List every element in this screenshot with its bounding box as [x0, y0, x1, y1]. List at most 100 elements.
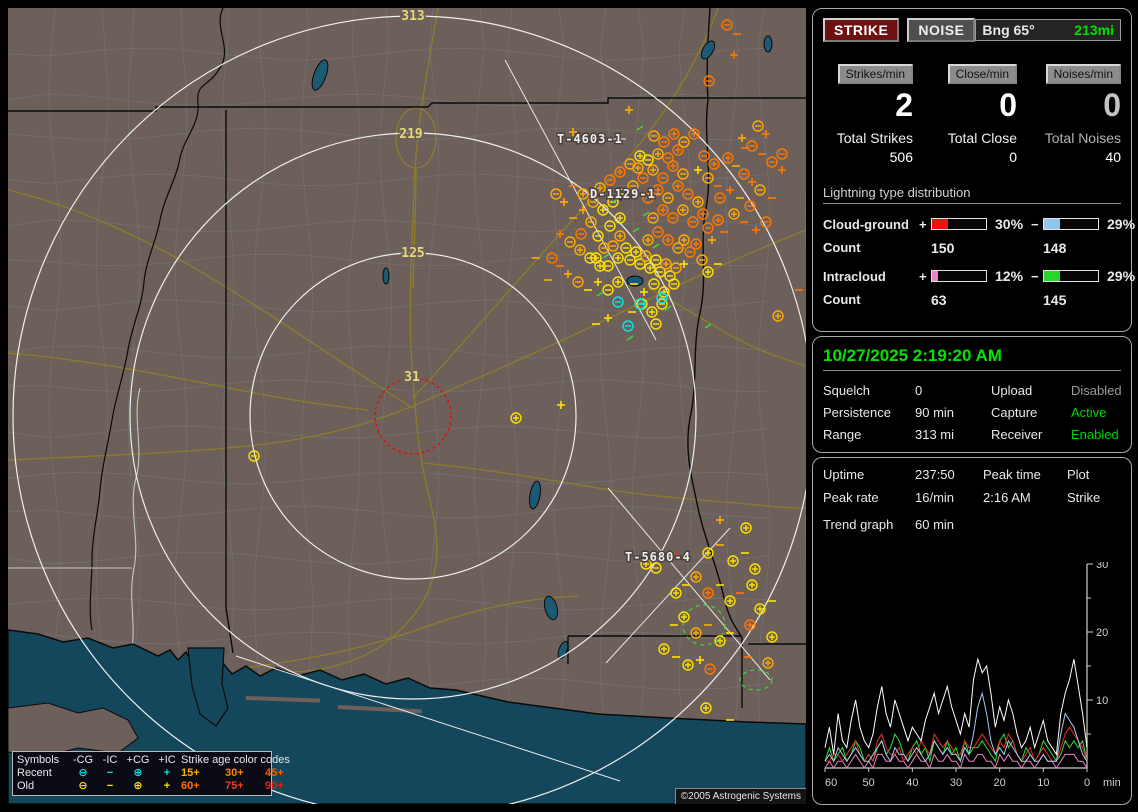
cg-minus-count: 148	[1043, 240, 1067, 256]
datetime-display: 10/27/2025 2:19:20 AM	[823, 346, 1121, 371]
cg-plus-bar	[931, 218, 987, 230]
svg-text:T-4603-1: T-4603-1	[557, 132, 623, 146]
noise-mode-button[interactable]: NOISE	[907, 18, 976, 42]
svg-text:30: 30	[950, 777, 962, 789]
squelch-value: 0	[915, 383, 923, 398]
svg-text:D-1129-1: D-1129-1	[590, 187, 656, 201]
legend-old-label: Old	[17, 780, 35, 792]
rate-counters: Strikes/min 2 Close/min 0 Noises/min 0 T…	[823, 64, 1121, 165]
plot-value: Strike	[1067, 490, 1101, 505]
upload-label: Upload	[991, 383, 1033, 398]
total-strikes-label: Total Strikes	[836, 130, 913, 146]
total-strikes-value: 506	[889, 149, 913, 165]
legend-old-row: Old ⊖ − ⊕ + 60+ 75+ 90+	[17, 780, 284, 793]
persistence-label: Persistence	[823, 405, 891, 420]
svg-text:20: 20	[1096, 627, 1108, 639]
total-strikes: Total Strikes 506	[823, 122, 913, 165]
ic-plus-percent: 12%	[995, 268, 1024, 284]
legend-col-ic-pos: +IC	[158, 754, 176, 766]
old-cg-pos-icon: ⊕	[133, 780, 143, 792]
trend-graph-label: Trend graph	[823, 517, 894, 532]
old-ic-neg-icon: −	[106, 780, 114, 792]
svg-text:219: 219	[399, 127, 422, 142]
close-per-min-value: 0	[999, 87, 1017, 123]
trend-graph-chart: 10 20 30 60 50 40 30 20 10 0 min	[824, 562, 1121, 789]
strike-mode-button[interactable]: STRIKE	[823, 18, 900, 42]
squelch-label: Squelch	[823, 383, 870, 398]
old-cg-neg-icon: ⊖	[78, 780, 88, 792]
age-15: 15+	[181, 767, 200, 779]
receiver-label: Receiver	[991, 427, 1043, 442]
range-value: 313 mi	[915, 427, 955, 442]
session-box: Uptime 237:50 Peak time Plot Peak rate 1…	[812, 457, 1132, 805]
legend-recent-label: Recent	[17, 767, 52, 779]
total-close-value: 0	[1009, 149, 1017, 165]
intracloud-row: Intracloud + 12% − 29%	[823, 268, 1135, 284]
cloud-ground-row: Cloud-ground + 30% − 29%	[823, 216, 1135, 232]
plot-mode-row: STRIKE NOISE Bng 65° 213mi	[823, 18, 1121, 42]
cloud-ground-count-row: Count 150 148	[823, 240, 1121, 256]
strikes-per-min-column: Strikes/min 2	[823, 64, 913, 122]
strikes-per-min-label: Strikes/min	[837, 64, 913, 84]
svg-text:30: 30	[1096, 562, 1108, 571]
noises-per-min-column: Noises/min 0	[1031, 64, 1121, 122]
minus-sign: −	[1031, 268, 1039, 284]
svg-text:40: 40	[906, 777, 918, 789]
uptime-label: Uptime	[823, 467, 865, 482]
upload-status: Disabled	[1071, 383, 1122, 398]
ic-minus-count: 145	[1043, 292, 1067, 308]
session-grid: Uptime 237:50 Peak time Plot Peak rate 1…	[823, 467, 1121, 505]
peak-time-value: 2:16 AM	[983, 490, 1031, 505]
status-grid: Squelch 0 Upload Disabled Persistence 90…	[823, 383, 1122, 442]
svg-text:20: 20	[994, 777, 1006, 789]
peak-time-label: Peak time	[983, 467, 1041, 482]
total-noises-label: Total Noises	[1044, 130, 1121, 146]
svg-text:min: min	[1103, 777, 1121, 789]
minus-sign: −	[1031, 216, 1039, 232]
receiver-status: Enabled	[1071, 427, 1119, 442]
ic-count-label: Count	[823, 292, 861, 307]
legend-age-header: Strike age color codes	[181, 754, 290, 766]
status-box: 10/27/2025 2:19:20 AM Squelch 0 Upload D…	[812, 336, 1132, 453]
legend-symbols-header: Symbols	[17, 754, 60, 766]
close-per-min-column: Close/min 0	[927, 64, 1017, 122]
intracloud-label: Intracloud	[823, 268, 886, 284]
ic-plus-bar	[931, 270, 987, 282]
cg-plus-percent: 30%	[995, 216, 1024, 232]
map-canvas: 313 219 125 31 T-4603-1 D-1129-1 T-5680-4	[8, 8, 806, 804]
cloud-ground-label: Cloud-ground	[823, 216, 909, 232]
ic-minus-bar	[1043, 270, 1099, 282]
total-close-label: Total Close	[947, 130, 1017, 146]
svg-text:50: 50	[863, 777, 875, 789]
intracloud-count-row: Count 63 145	[823, 292, 1121, 308]
bearing-readout: Bng 65° 213mi	[975, 19, 1121, 41]
distance-value: 213mi	[1074, 22, 1114, 38]
recent-cg-neg-icon: ⊖	[78, 767, 88, 779]
noises-per-min-value: 0	[1103, 87, 1121, 123]
lightning-map[interactable]: 313 219 125 31 T-4603-1 D-1129-1 T-5680-4 Symb…	[8, 8, 806, 804]
age-45: 45+	[265, 767, 284, 779]
range-label: Range	[823, 427, 862, 442]
uptime-value: 237:50	[915, 467, 955, 482]
cg-count-label: Count	[823, 240, 861, 255]
noises-per-min-label: Noises/min	[1045, 64, 1121, 84]
app-root: { "header": { "strike_button": "STRIKE",…	[0, 0, 1138, 812]
plus-sign: +	[919, 216, 927, 232]
trend-graph-value: 60 min	[915, 517, 955, 532]
old-ic-pos-icon: +	[163, 780, 171, 792]
age-90: 90+	[265, 780, 284, 792]
recent-ic-neg-icon: −	[106, 767, 114, 779]
age-75: 75+	[225, 780, 244, 792]
persistence-value: 90 min	[915, 405, 955, 420]
bearing-value: Bng 65°	[982, 22, 1035, 38]
total-close: Total Close 0	[927, 122, 1017, 165]
legend-header-row: Symbols -CG -IC +CG +IC Strike age color…	[17, 754, 290, 767]
recent-cg-pos-icon: ⊕	[133, 767, 143, 779]
svg-text:313: 313	[401, 9, 424, 24]
svg-text:60: 60	[825, 777, 837, 789]
svg-text:31: 31	[404, 370, 420, 385]
capture-status: Active	[1071, 405, 1107, 420]
peak-rate-value: 16/min	[915, 490, 955, 505]
cg-plus-count: 150	[931, 240, 955, 256]
cg-minus-percent: 29%	[1107, 216, 1136, 232]
